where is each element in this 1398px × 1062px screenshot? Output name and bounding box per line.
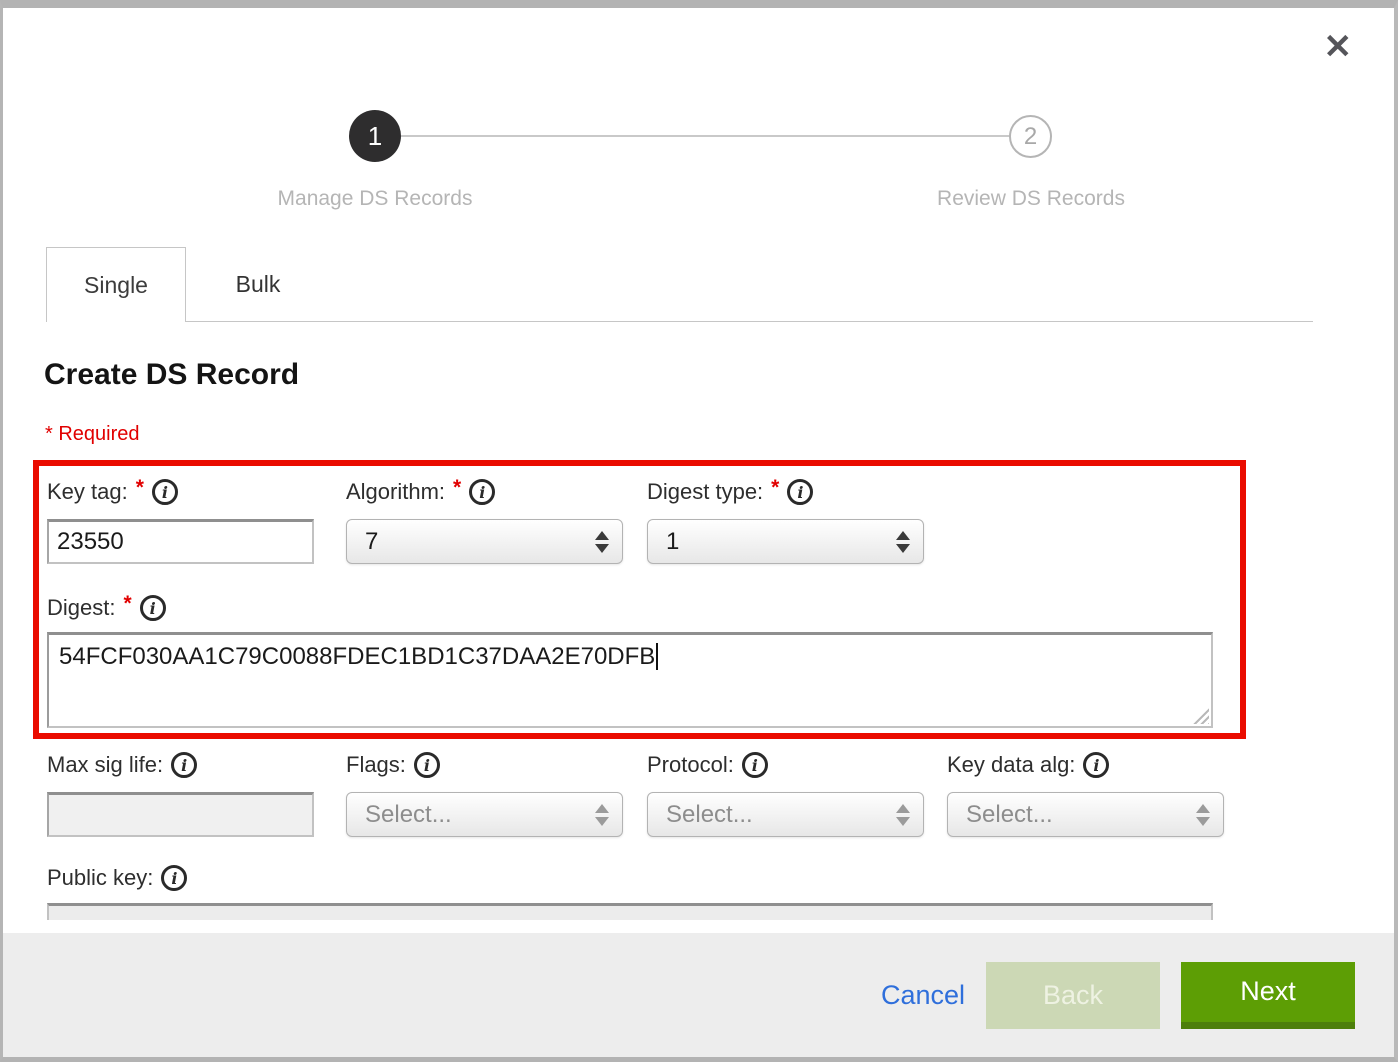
step-1-label: Manage DS Records <box>215 187 535 211</box>
info-icon[interactable]: i <box>414 752 440 778</box>
key-tag-field: Key tag: * i <box>47 478 314 564</box>
select-updown-arrows-icon <box>896 531 910 553</box>
required-fields-highlight-box: Key tag: * i Algorithm: * i 7 Digest typ… <box>33 460 1246 739</box>
next-button[interactable]: Next <box>1181 962 1355 1029</box>
info-icon[interactable]: i <box>787 479 813 505</box>
required-asterisk: * <box>136 476 144 500</box>
digest-type-field: Digest type: * i 1 <box>647 478 924 564</box>
create-ds-record-modal: ✕ 1 2 Manage DS Records Review DS Record… <box>0 0 1398 1062</box>
back-button[interactable]: Back <box>986 962 1160 1029</box>
protocol-select[interactable]: Select... <box>647 792 924 837</box>
tab-single[interactable]: Single <box>46 247 186 322</box>
required-asterisk: * <box>123 592 131 616</box>
public-key-label-text: Public key: <box>47 865 153 891</box>
key-tag-label: Key tag: * i <box>47 478 314 506</box>
digest-type-label: Digest type: * i <box>647 478 924 506</box>
info-icon[interactable]: i <box>742 752 768 778</box>
max-sig-life-field: Max sig life: i <box>47 751 314 837</box>
key-data-alg-field: Key data alg: i Select... <box>947 751 1224 837</box>
protocol-field: Protocol: i Select... <box>647 751 924 837</box>
digest-type-select[interactable]: 1 <box>647 519 924 564</box>
step-1-circle: 1 <box>349 110 401 162</box>
algorithm-field: Algorithm: * i 7 <box>346 478 623 564</box>
key-data-alg-label: Key data alg: i <box>947 751 1224 779</box>
info-icon[interactable]: i <box>1083 752 1109 778</box>
key-data-alg-select[interactable]: Select... <box>947 792 1224 837</box>
required-note: * Required <box>45 423 140 446</box>
key-tag-label-text: Key tag: <box>47 479 128 505</box>
protocol-label-text: Protocol: <box>647 752 734 778</box>
algorithm-select[interactable]: 7 <box>346 519 623 564</box>
digest-field: Digest: * i 54FCF030AA1C79C0088FDEC1BD1C… <box>47 594 1213 728</box>
digest-type-select-value: 1 <box>666 528 679 556</box>
modal-footer: Cancel Back Next <box>3 933 1394 1057</box>
digest-type-label-text: Digest type: <box>647 479 763 505</box>
close-icon[interactable]: ✕ <box>1324 30 1353 64</box>
digest-label: Digest: * i <box>47 594 1213 622</box>
info-icon[interactable]: i <box>469 479 495 505</box>
info-icon[interactable]: i <box>171 752 197 778</box>
protocol-select-value: Select... <box>666 801 753 829</box>
key-data-alg-label-text: Key data alg: <box>947 752 1075 778</box>
flags-select[interactable]: Select... <box>346 792 623 837</box>
protocol-label: Protocol: i <box>647 751 924 779</box>
public-key-label: Public key: i <box>47 864 1213 892</box>
stepper-connector-line <box>401 135 1011 137</box>
key-tag-input[interactable] <box>47 519 314 564</box>
info-icon[interactable]: i <box>152 479 178 505</box>
max-sig-life-label-text: Max sig life: <box>47 752 163 778</box>
flags-select-value: Select... <box>365 801 452 829</box>
select-updown-arrows-icon <box>896 804 910 826</box>
tab-bar-divider <box>186 321 1313 322</box>
digest-label-text: Digest: <box>47 595 115 621</box>
flags-label: Flags: i <box>346 751 623 779</box>
step-2-circle: 2 <box>1009 115 1052 158</box>
flags-field: Flags: i Select... <box>346 751 623 837</box>
tab-bulk[interactable]: Bulk <box>187 247 329 322</box>
key-data-alg-select-value: Select... <box>966 801 1053 829</box>
select-updown-arrows-icon <box>1196 804 1210 826</box>
cancel-button[interactable]: Cancel <box>881 980 965 1011</box>
resize-handle-icon[interactable] <box>1192 707 1209 724</box>
algorithm-label-text: Algorithm: <box>346 479 445 505</box>
algorithm-label: Algorithm: * i <box>346 478 623 506</box>
flags-label-text: Flags: <box>346 752 406 778</box>
select-updown-arrows-icon <box>595 531 609 553</box>
digest-textarea[interactable]: 54FCF030AA1C79C0088FDEC1BD1C37DAA2E70DFB <box>47 632 1213 728</box>
required-asterisk: * <box>771 476 779 500</box>
algorithm-select-value: 7 <box>365 528 378 556</box>
text-caret <box>656 643 658 670</box>
max-sig-life-input[interactable] <box>47 792 314 837</box>
required-asterisk: * <box>453 476 461 500</box>
page-title: Create DS Record <box>44 358 299 392</box>
wizard-stepper: 1 2 Manage DS Records Review DS Records <box>3 110 1394 220</box>
max-sig-life-label: Max sig life: i <box>47 751 314 779</box>
info-icon[interactable]: i <box>161 865 187 891</box>
public-key-textarea[interactable] <box>47 903 1213 920</box>
step-2-label: Review DS Records <box>871 187 1191 211</box>
info-icon[interactable]: i <box>140 595 166 621</box>
select-updown-arrows-icon <box>595 804 609 826</box>
tab-bar: Single Bulk <box>46 247 1313 322</box>
public-key-field: Public key: i <box>47 864 1213 920</box>
digest-value: 54FCF030AA1C79C0088FDEC1BD1C37DAA2E70DFB <box>59 643 655 670</box>
